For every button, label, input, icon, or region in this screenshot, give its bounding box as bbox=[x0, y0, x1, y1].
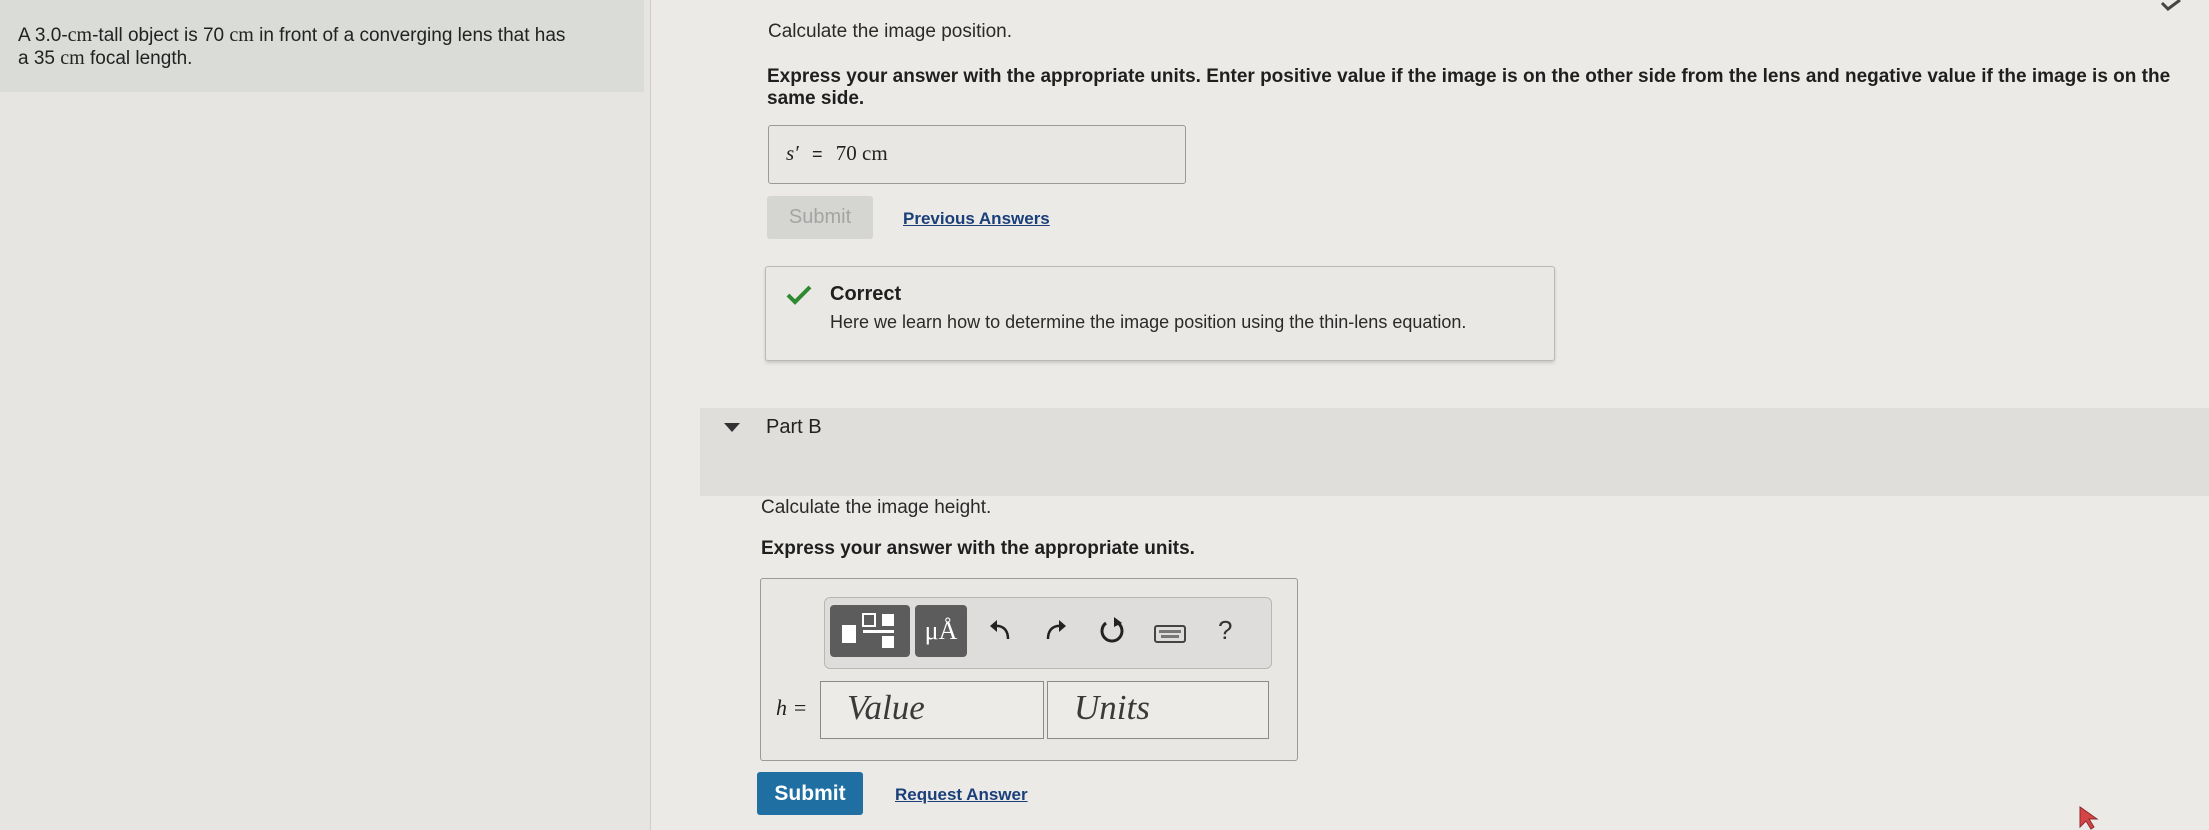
part-a-answer-display: s′ = 70 cm bbox=[768, 125, 1186, 184]
caret-down-icon[interactable] bbox=[724, 423, 740, 433]
feedback-title: Correct bbox=[830, 283, 902, 305]
reset-icon[interactable] bbox=[1098, 615, 1126, 645]
problem-line-2: a 35 cm focal length. bbox=[18, 47, 628, 70]
templates-icon bbox=[842, 613, 894, 648]
feedback-text: Here we learn how to determine the image… bbox=[830, 312, 1467, 332]
problem-statement: A 3.0-cm-tall object is 70 cm in front o… bbox=[0, 0, 644, 92]
part-a-submit-button[interactable]: Submit bbox=[767, 196, 873, 239]
collapse-check-icon[interactable] bbox=[2160, 0, 2182, 12]
keyboard-icon[interactable] bbox=[1154, 623, 1186, 645]
templates-button[interactable] bbox=[830, 605, 910, 657]
units-symbols-button[interactable]: μÅ bbox=[915, 605, 967, 657]
problem-text: -tall object is 70 bbox=[92, 25, 230, 46]
redo-icon[interactable] bbox=[1042, 617, 1068, 643]
part-b-prompt: Calculate the image height. bbox=[761, 497, 992, 518]
problem-unit: cm bbox=[67, 24, 93, 46]
problem-text: A 3.0- bbox=[18, 25, 68, 46]
units-input[interactable]: Units bbox=[1047, 681, 1269, 739]
problem-unit: cm bbox=[60, 47, 85, 69]
part-b-header[interactable]: Part B bbox=[700, 408, 2209, 496]
problem-text: in front of a converging lens that has bbox=[253, 25, 566, 46]
part-a-instructions: Express your answer with the appropriate… bbox=[767, 66, 2171, 109]
problem-unit: cm bbox=[229, 24, 254, 46]
answer-equals: = bbox=[812, 144, 823, 164]
problem-line-1: A 3.0-cm-tall object is 70 cm in front o… bbox=[18, 24, 628, 47]
help-button[interactable]: ? bbox=[1218, 615, 1232, 646]
part-b-submit-button[interactable]: Submit bbox=[757, 772, 863, 815]
part-a-prompt: Calculate the image position. bbox=[768, 21, 1012, 42]
request-answer-link[interactable]: Request Answer bbox=[895, 785, 1028, 805]
answer-variable: s′ bbox=[786, 141, 799, 165]
variable-label: h = bbox=[776, 695, 808, 720]
part-b-instructions: Express your answer with the appropriate… bbox=[761, 538, 1195, 559]
correct-feedback-box: Correct Here we learn how to determine t… bbox=[765, 266, 1555, 361]
answer-value: 70 cm bbox=[835, 141, 888, 165]
mouse-cursor-icon bbox=[2079, 806, 2099, 830]
value-input[interactable]: Value bbox=[820, 681, 1044, 739]
problem-text: a 35 bbox=[18, 48, 61, 69]
problem-text: focal length. bbox=[84, 48, 193, 69]
correct-check-icon bbox=[786, 285, 812, 305]
previous-answers-link[interactable]: Previous Answers bbox=[903, 209, 1050, 229]
problem-panel: A 3.0-cm-tall object is 70 cm in front o… bbox=[0, 0, 651, 830]
undo-icon[interactable] bbox=[988, 617, 1014, 643]
part-b-title: Part B bbox=[766, 416, 822, 438]
